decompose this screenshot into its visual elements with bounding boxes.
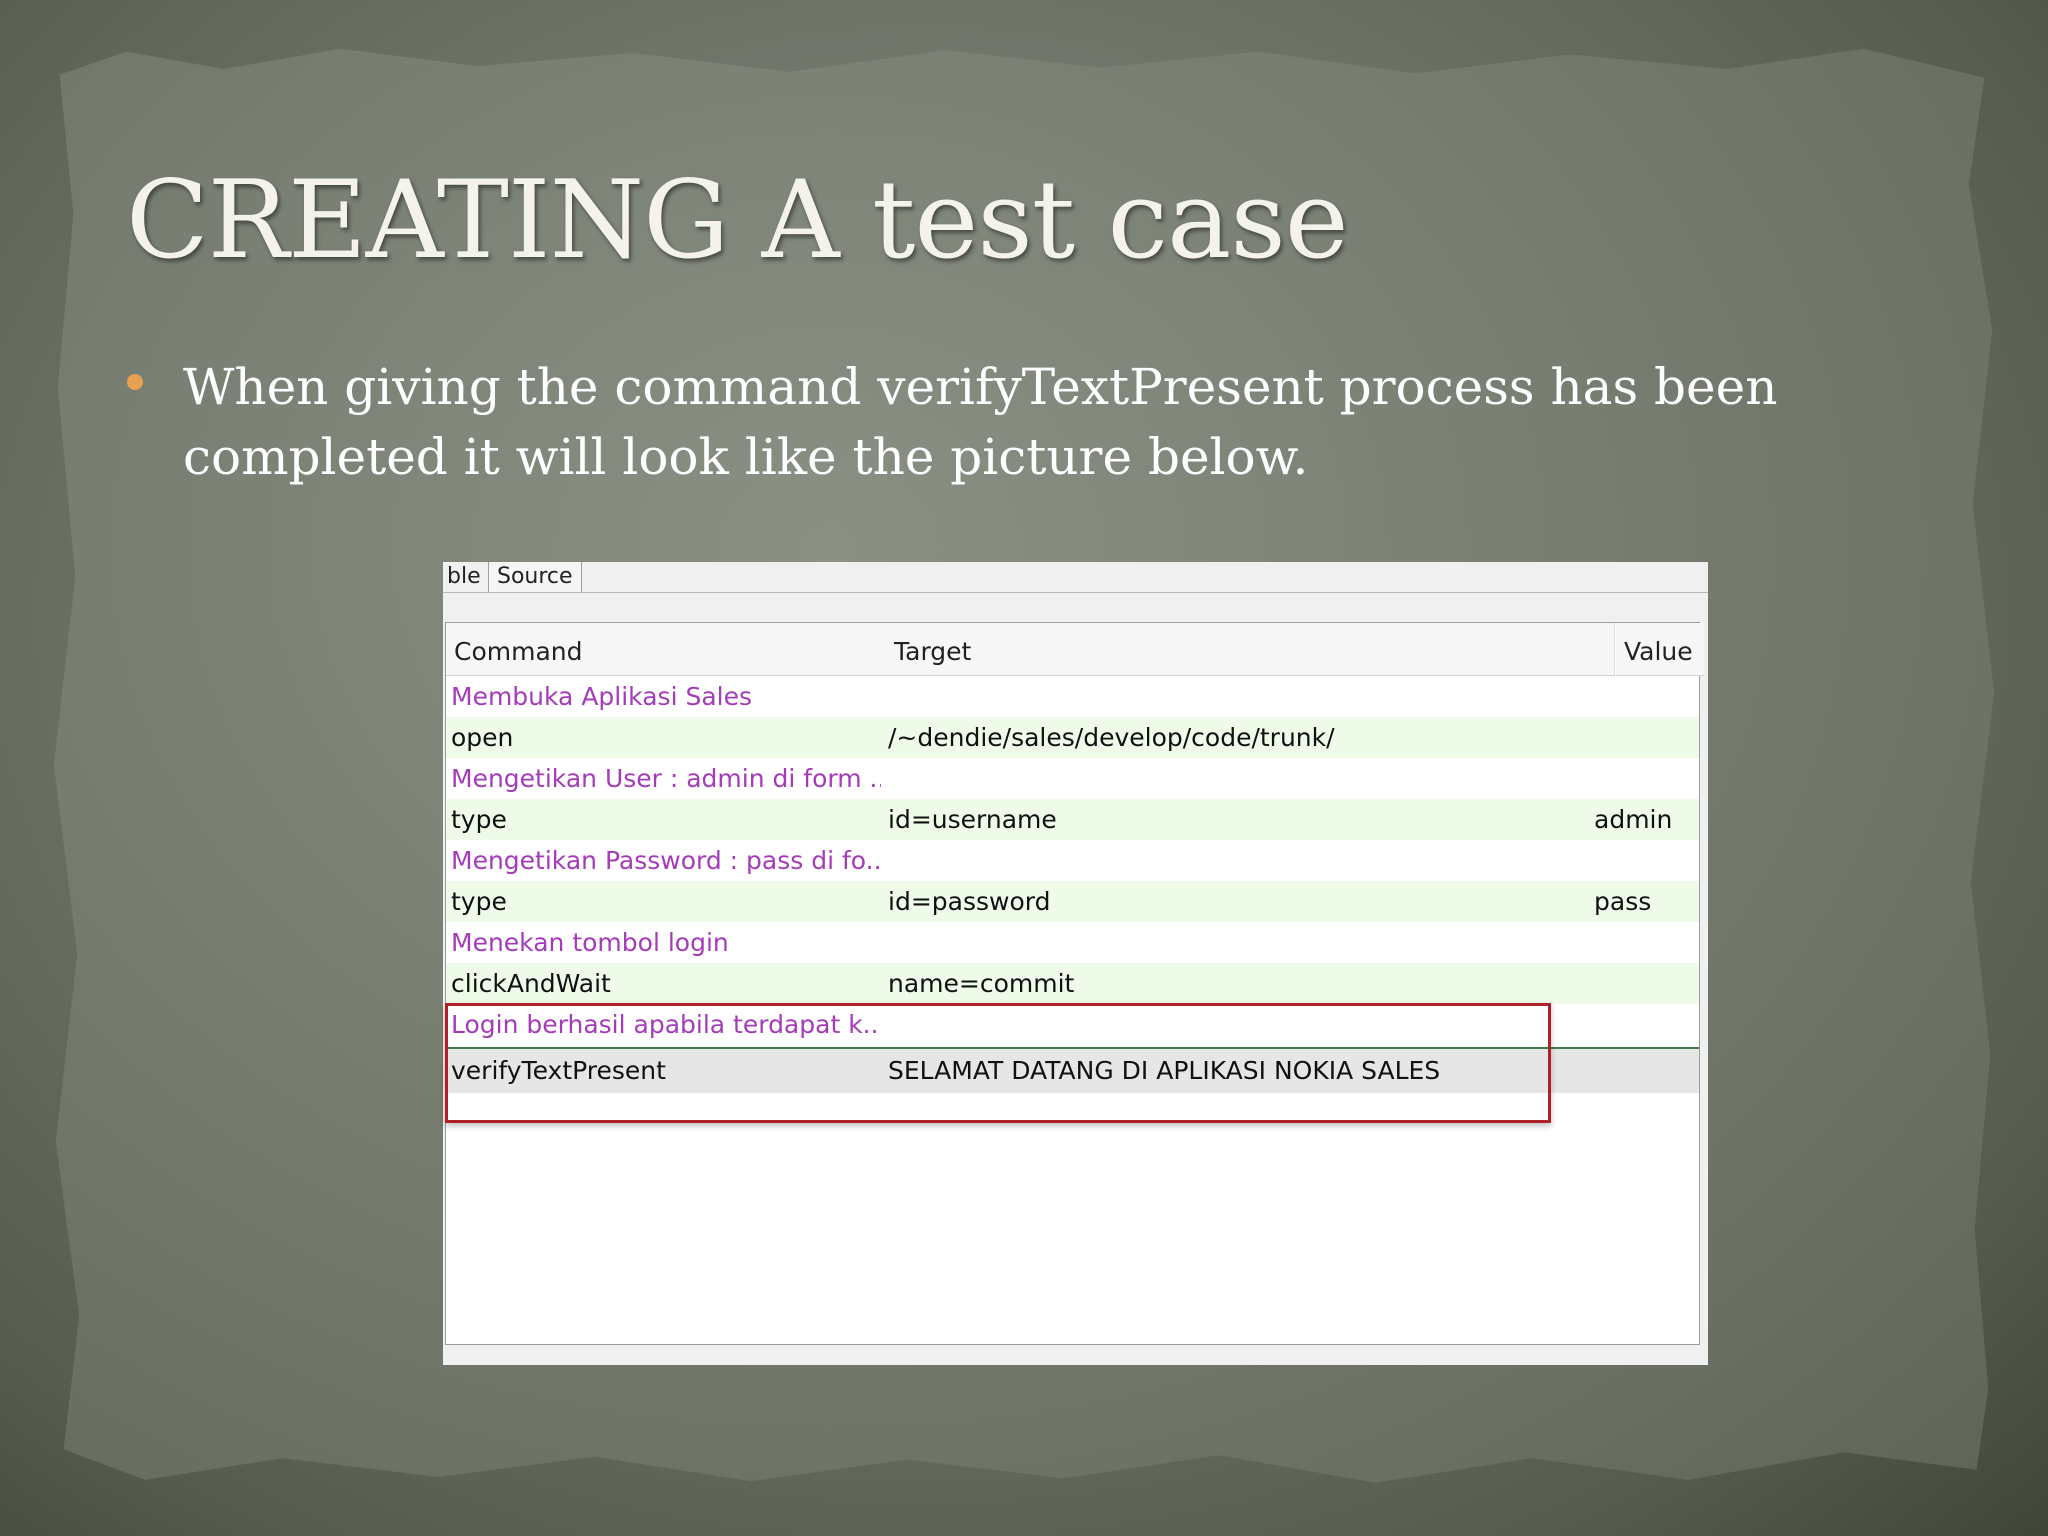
value-cell: pass	[1594, 887, 1652, 916]
value-cell: admin	[1594, 805, 1673, 834]
command-cell: Menekan tombol login	[451, 928, 729, 957]
column-header-command[interactable]: Command	[446, 623, 887, 676]
selenium-ide-screenshot: ble Source Command Target Value Membuka …	[443, 562, 1708, 1365]
command-cell: type	[451, 887, 507, 916]
command-cell: Mengetikan User : admin di form ...	[451, 764, 881, 793]
table-row[interactable]: open /~dendie/sales/develop/code/trunk/	[446, 717, 1699, 758]
table-row[interactable]: type id=password pass	[446, 881, 1699, 922]
table-row[interactable]: type id=username admin	[446, 799, 1699, 840]
command-table: Command Target Value Membuka Aplikasi Sa…	[445, 622, 1704, 1345]
tab-source[interactable]: Source	[488, 562, 582, 592]
target-cell: id=password	[888, 887, 1051, 916]
bullet-text: When giving the command verifyTextPresen…	[183, 358, 1778, 486]
table-row[interactable]: Mengetikan User : admin di form ...	[446, 758, 1699, 799]
table-row[interactable]: Membuka Aplikasi Sales	[446, 676, 1699, 717]
tab-bar: ble Source	[443, 562, 1708, 593]
highlight-annotation-box	[445, 1003, 1551, 1123]
table-row[interactable]: Mengetikan Password : pass di fo...	[446, 840, 1699, 881]
command-cell: open	[451, 723, 514, 752]
command-cell: type	[451, 805, 507, 834]
column-header-target[interactable]: Target	[886, 623, 1615, 676]
column-header-value[interactable]: Value	[1616, 623, 1704, 676]
tab-table[interactable]: ble	[443, 562, 491, 592]
target-cell: /~dendie/sales/develop/code/trunk/	[888, 723, 1335, 752]
table-row[interactable]: clickAndWait name=commit	[446, 963, 1699, 1004]
slide-title: CREATING A test case	[126, 158, 1349, 283]
bullet-icon	[127, 374, 143, 390]
target-cell: id=username	[888, 805, 1057, 834]
command-cell: Membuka Aplikasi Sales	[451, 682, 753, 711]
target-cell: name=commit	[888, 969, 1075, 998]
command-cell: Mengetikan Password : pass di fo...	[451, 846, 881, 875]
table-row[interactable]: Menekan tombol login	[446, 922, 1699, 963]
command-cell: clickAndWait	[451, 969, 611, 998]
